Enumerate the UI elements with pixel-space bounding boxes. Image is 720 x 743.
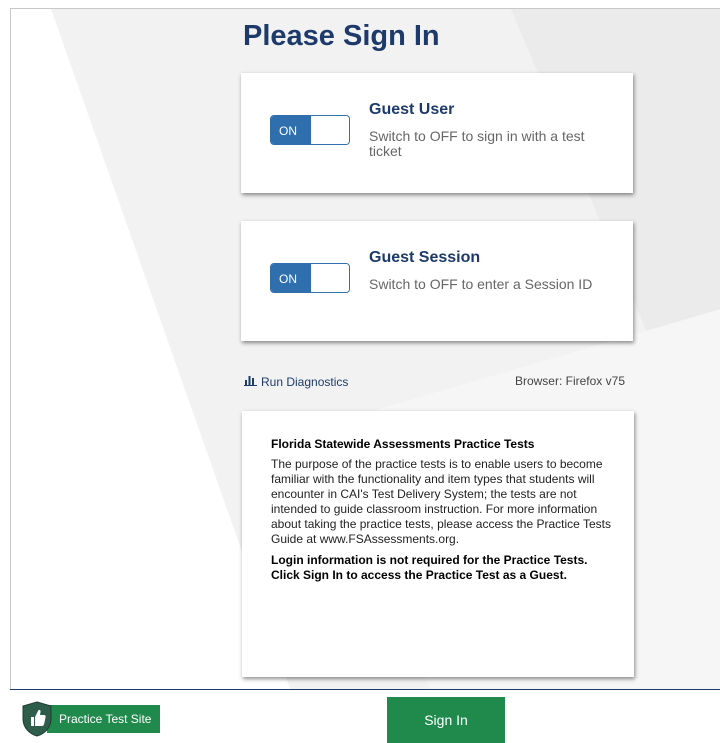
practice-info-card: Florida Statewide Assessments Practice T… <box>242 411 634 677</box>
sign-in-button[interactable]: Sign In <box>387 697 505 743</box>
guest-session-card: ON Guest Session Switch to OFF to enter … <box>241 221 633 341</box>
guest-user-toggle[interactable]: ON <box>270 115 350 145</box>
guest-session-description: Switch to OFF to enter a Session ID <box>369 276 593 292</box>
main-panel: Please Sign In ON Guest User Switch to O… <box>10 8 720 691</box>
practice-test-site-label: Practice Test Site <box>47 705 161 733</box>
toggle-on-label: ON <box>271 116 311 144</box>
practice-test-site-badge: Practice Test Site <box>21 701 161 737</box>
footer-bar: Practice Test Site Sign In <box>10 689 720 743</box>
run-diagnostics-link[interactable]: Run Diagnostics <box>244 374 348 389</box>
browser-info: Browser: Firefox v75 <box>514 374 625 388</box>
guest-user-card: ON Guest User Switch to OFF to sign in w… <box>241 73 633 193</box>
guest-user-title: Guest User <box>369 101 455 118</box>
run-diagnostics-label: Run Diagnostics <box>261 374 349 389</box>
thumbs-up-shield-icon <box>21 701 53 737</box>
practice-info-text: The purpose of the practice tests is to … <box>271 457 611 546</box>
guest-session-title: Guest Session <box>369 249 481 266</box>
toggle-knob <box>311 116 349 144</box>
guest-user-description: Switch to OFF to sign in with a test tic… <box>369 128 585 159</box>
practice-info-title: Florida Statewide Assessments Practice T… <box>271 437 535 451</box>
page-title: Please Sign In <box>243 20 440 52</box>
toggle-knob <box>311 264 349 292</box>
toggle-on-label: ON <box>271 264 311 292</box>
bar-chart-icon <box>244 374 258 389</box>
guest-session-toggle[interactable]: ON <box>270 263 350 293</box>
practice-info-notice: Login information is not required for th… <box>271 553 588 582</box>
